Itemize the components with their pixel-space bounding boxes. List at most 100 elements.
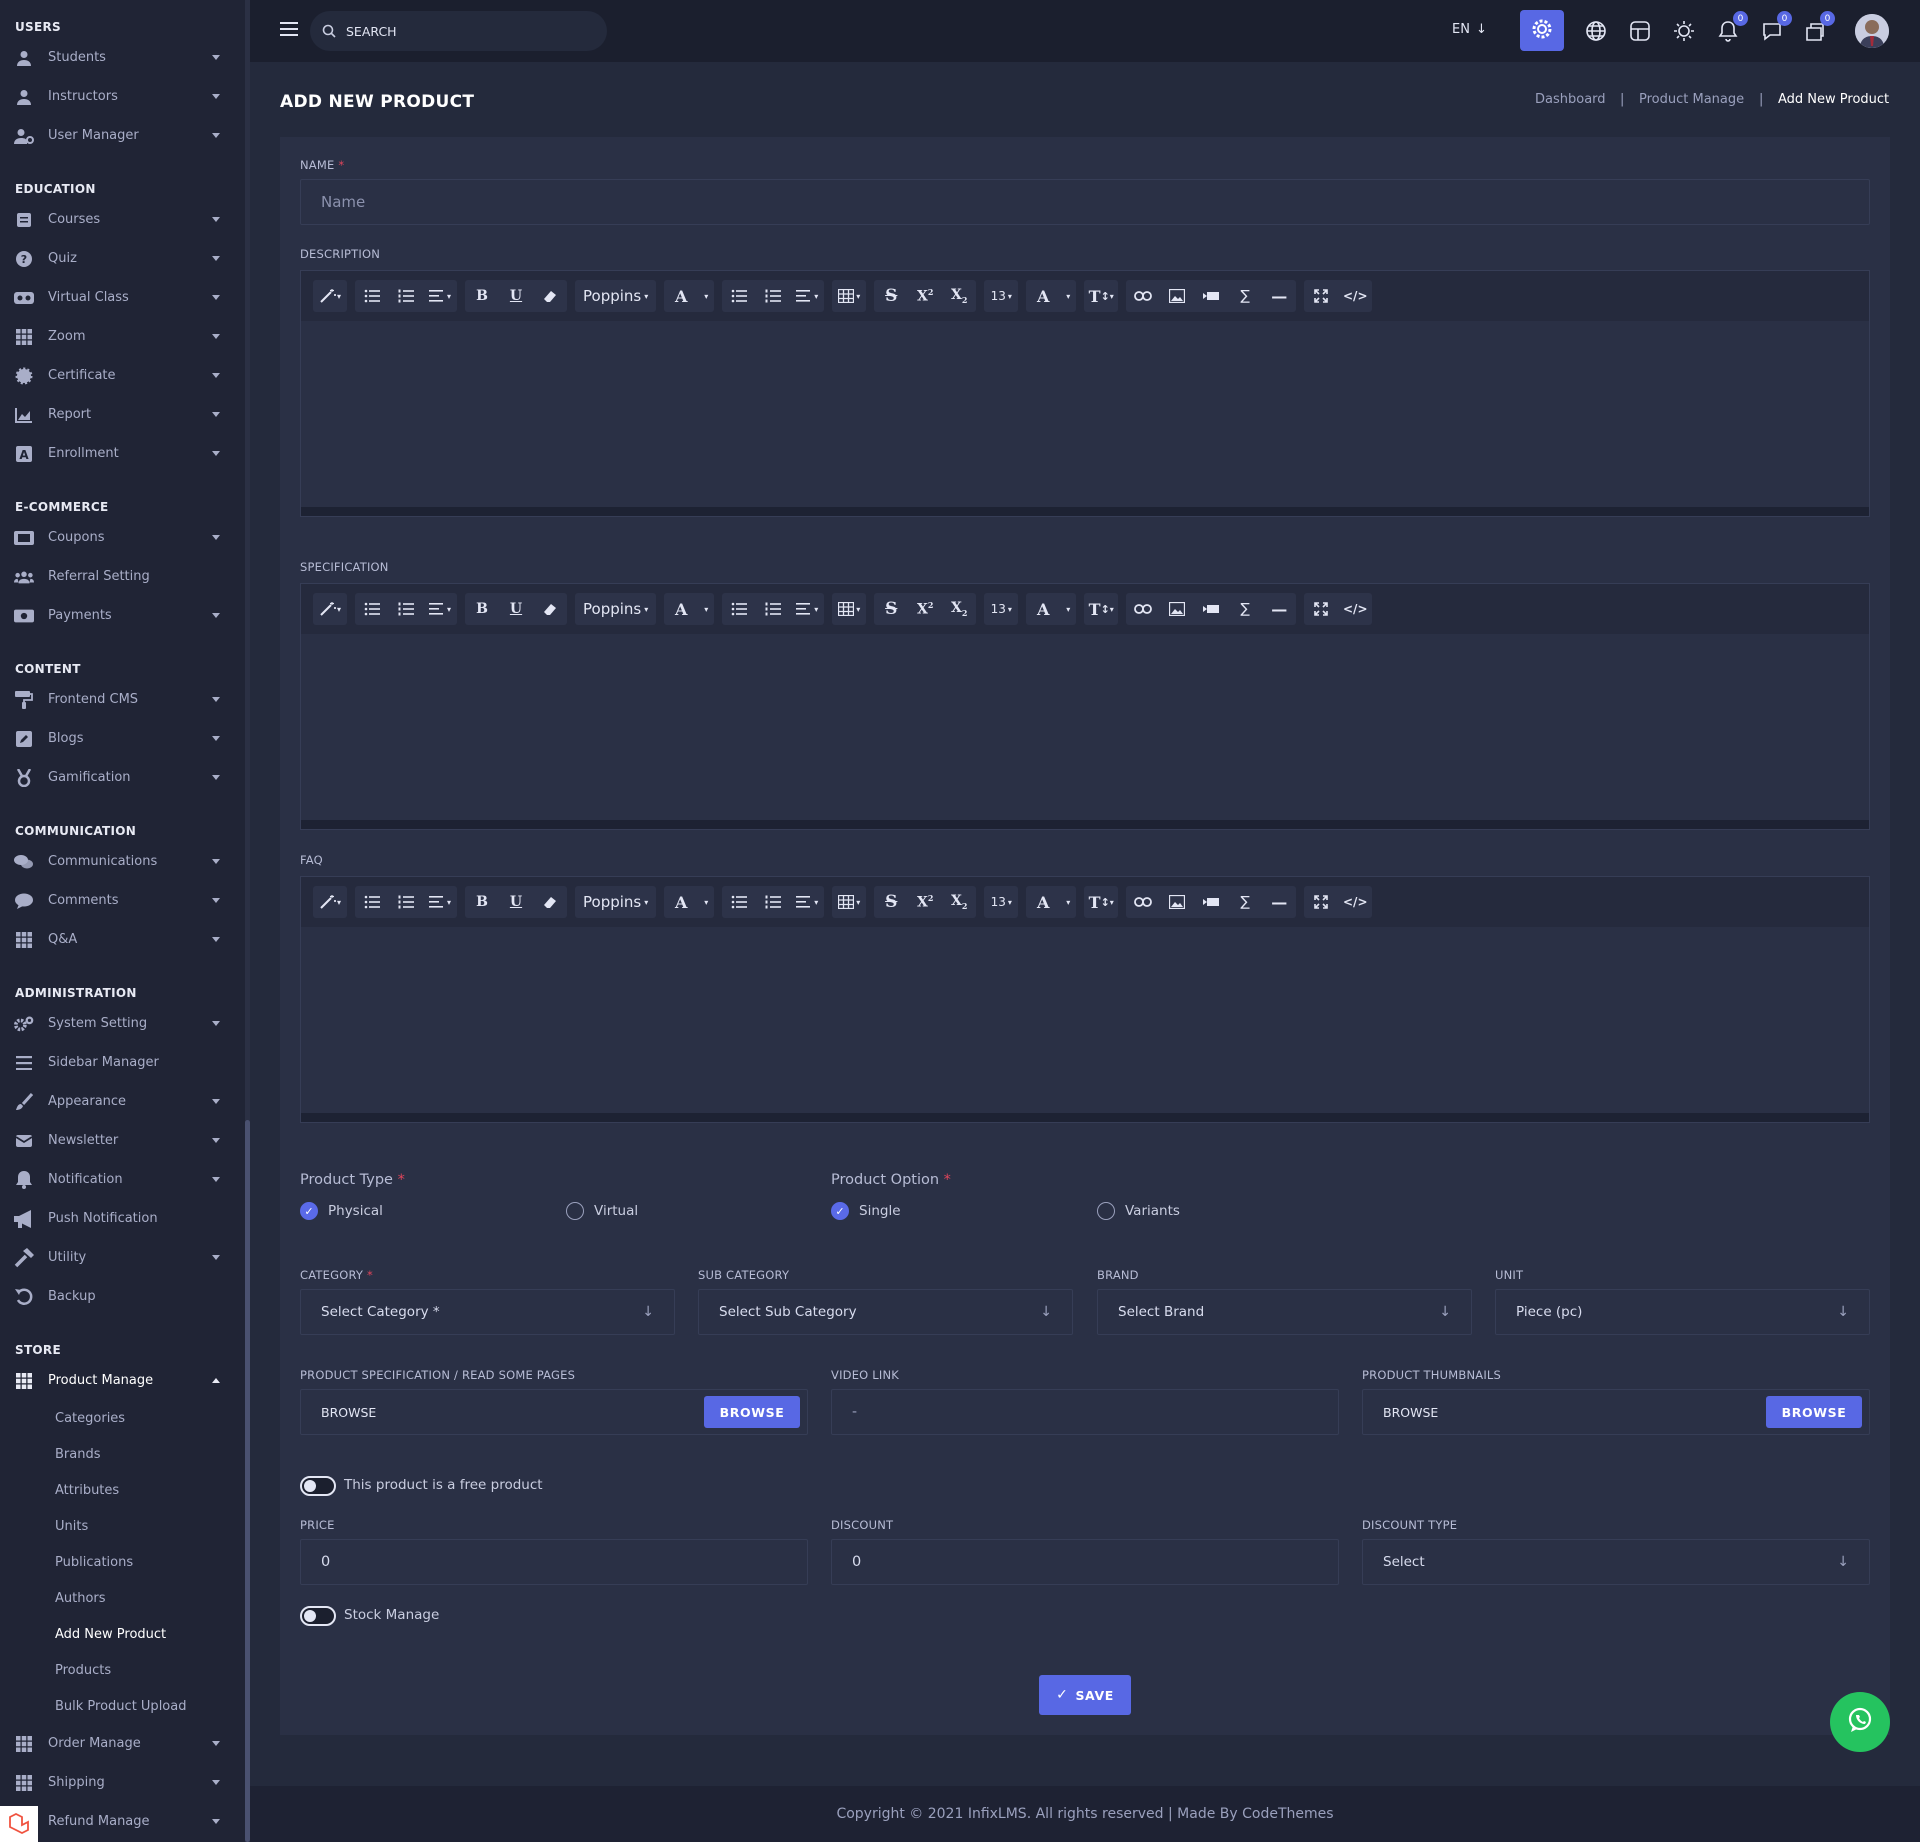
sidebar-item-shipping[interactable]: Shipping (0, 1763, 240, 1802)
editor-resize-bar[interactable] (301, 820, 1869, 829)
superscript-icon[interactable]: X2 (908, 593, 942, 625)
sidebar-item-product-manage[interactable]: Product Manage (0, 1361, 240, 1400)
link-icon[interactable] (1126, 886, 1160, 918)
submenu-attributes[interactable]: Attributes (55, 1483, 119, 1498)
free-product-toggle[interactable] (300, 1476, 336, 1496)
sun-icon[interactable] (1670, 17, 1698, 45)
sidebar-item-students[interactable]: Students (0, 38, 240, 77)
subscript-icon[interactable]: X2 (942, 886, 976, 918)
font-color-dropdown[interactable]: ▾ (698, 886, 714, 918)
paragraph-align-icon[interactable]: ▾ (790, 593, 824, 625)
submenu-brands[interactable]: Brands (55, 1447, 101, 1462)
font-color-dropdown[interactable]: ▾ (698, 280, 714, 312)
fullscreen-icon[interactable] (1304, 280, 1338, 312)
editor-resize-bar[interactable] (301, 507, 1869, 516)
cart-icon[interactable]: 0 (1801, 11, 1835, 45)
paragraph-align-icon[interactable]: ▾ (790, 280, 824, 312)
bold-icon[interactable]: B (465, 593, 499, 625)
underline-icon[interactable]: U (499, 280, 533, 312)
math-icon[interactable]: ∑ (1228, 593, 1262, 625)
strikethrough-icon[interactable]: S (874, 280, 908, 312)
radio-virtual[interactable]: Virtual (566, 1202, 638, 1220)
link-icon[interactable] (1126, 593, 1160, 625)
category-select[interactable]: Select Category * ↓ (300, 1289, 675, 1335)
sidebar-item-comments[interactable]: Comments (0, 881, 240, 920)
sidebar-item-zoom[interactable]: Zoom (0, 317, 240, 356)
breadcrumb-dashboard[interactable]: Dashboard (1535, 92, 1606, 107)
sidebar-item-newsletter[interactable]: Newsletter (0, 1121, 240, 1160)
paragraph-align-icon[interactable]: ▾ (790, 886, 824, 918)
radio-single[interactable]: ✓ Single (831, 1202, 901, 1220)
sidebar-item-frontend-cms[interactable]: Frontend CMS (0, 680, 240, 719)
unordered-list-icon[interactable] (355, 280, 389, 312)
sidebar-item-instructors[interactable]: Instructors (0, 77, 240, 116)
ordered-list-icon[interactable] (756, 280, 790, 312)
submenu-units[interactable]: Units (55, 1519, 88, 1534)
sidebar-item-appearance[interactable]: Appearance (0, 1082, 240, 1121)
font-family-dropdown[interactable]: Poppins ▾ (575, 886, 656, 918)
superscript-icon[interactable]: X2 (908, 886, 942, 918)
font-color-icon[interactable]: A (664, 593, 698, 625)
highlight-color-icon[interactable]: A (1026, 280, 1060, 312)
sidebar-item-gamification[interactable]: Gamification (0, 758, 240, 797)
stock-manage-toggle[interactable] (300, 1606, 336, 1626)
font-size-dropdown[interactable]: 13 ▾ (984, 280, 1018, 312)
name-input[interactable]: Name (300, 179, 1870, 225)
paragraph-align-icon[interactable]: ▾ (423, 280, 457, 312)
sidebar-item-virtual-class[interactable]: Virtual Class (0, 278, 240, 317)
code-view-icon[interactable]: </> (1338, 886, 1372, 918)
sub-category-select[interactable]: Select Sub Category ↓ (698, 1289, 1073, 1335)
sidebar-item-coupons[interactable]: Coupons (0, 518, 240, 557)
strikethrough-icon[interactable]: S (874, 593, 908, 625)
sidebar-item-certificate[interactable]: Certificate (0, 356, 240, 395)
language-selector[interactable]: EN ↓ (1452, 22, 1487, 37)
unit-select[interactable]: Piece (pc) ↓ (1495, 1289, 1870, 1335)
sidebar-item-backup[interactable]: Backup (0, 1277, 240, 1316)
editor-body[interactable] (301, 927, 1869, 1113)
font-size-dropdown[interactable]: 13 ▾ (984, 593, 1018, 625)
underline-icon[interactable]: U (499, 886, 533, 918)
ordered-list-icon[interactable] (756, 593, 790, 625)
sidebar-item-push-notification[interactable]: Push Notification (0, 1199, 240, 1238)
paragraph-align-icon[interactable]: ▾ (423, 886, 457, 918)
sidebar-item-sidebar-manager[interactable]: Sidebar Manager (0, 1043, 240, 1082)
radio-physical[interactable]: ✓ Physical (300, 1202, 383, 1220)
bold-icon[interactable]: B (465, 886, 499, 918)
brand-select[interactable]: Select Brand ↓ (1097, 1289, 1472, 1335)
code-view-icon[interactable]: </> (1338, 280, 1372, 312)
spec-browse-button[interactable]: BROWSE (704, 1396, 800, 1428)
font-family-dropdown[interactable]: Poppins ▾ (575, 593, 656, 625)
price-input[interactable]: 0 (300, 1539, 808, 1585)
ordered-list-icon[interactable] (389, 593, 423, 625)
submenu-add-new-product[interactable]: Add New Product (55, 1627, 166, 1642)
sidebar-item-courses[interactable]: Courses (0, 200, 240, 239)
sidebar-item-report[interactable]: Report (0, 395, 240, 434)
table-icon[interactable]: ▾ (832, 886, 866, 918)
eraser-icon[interactable] (533, 593, 567, 625)
ordered-list-icon[interactable] (389, 886, 423, 918)
text-height-icon[interactable]: T ↕ ▾ (1084, 593, 1118, 625)
submenu-bulk-product-upload[interactable]: Bulk Product Upload (55, 1699, 186, 1714)
thumbnails-browse-button[interactable]: BROWSE (1766, 1396, 1862, 1428)
faq-editor[interactable]: ▾ ▾ BU Poppins ▾ A ▾ ▾ ▾ S X2 X2 13 ▾ A ▾ T ↕ ▾ … (300, 876, 1870, 1123)
horizontal-rule-icon[interactable]: — (1262, 280, 1296, 312)
horizontal-rule-icon[interactable]: — (1262, 886, 1296, 918)
message-icon[interactable]: 0 (1758, 11, 1792, 45)
paragraph-align-icon[interactable]: ▾ (423, 593, 457, 625)
text-height-icon[interactable]: T ↕ ▾ (1084, 280, 1118, 312)
sidebar-item-utility[interactable]: Utility (0, 1238, 240, 1277)
ordered-list-icon[interactable] (756, 886, 790, 918)
radio-variants[interactable]: Variants (1097, 1202, 1180, 1220)
math-icon[interactable]: ∑ (1228, 886, 1262, 918)
specification-editor[interactable]: ▾ ▾ BU Poppins ▾ A ▾ ▾ ▾ S X2 X2 13 ▾ A ▾ T ↕ ▾ … (300, 583, 1870, 830)
breadcrumb-product-manage[interactable]: Product Manage (1639, 92, 1744, 107)
subscript-icon[interactable]: X2 (942, 280, 976, 312)
hamburger-menu-icon[interactable] (280, 21, 298, 41)
highlight-color-dropdown[interactable]: ▾ (1060, 593, 1076, 625)
image-icon[interactable] (1160, 886, 1194, 918)
unordered-list-icon[interactable] (722, 280, 756, 312)
highlight-color-icon[interactable]: A (1026, 886, 1060, 918)
unordered-list-icon[interactable] (355, 886, 389, 918)
fullscreen-icon[interactable] (1304, 886, 1338, 918)
sidebar-item-user-manager[interactable]: User Manager (0, 116, 240, 155)
